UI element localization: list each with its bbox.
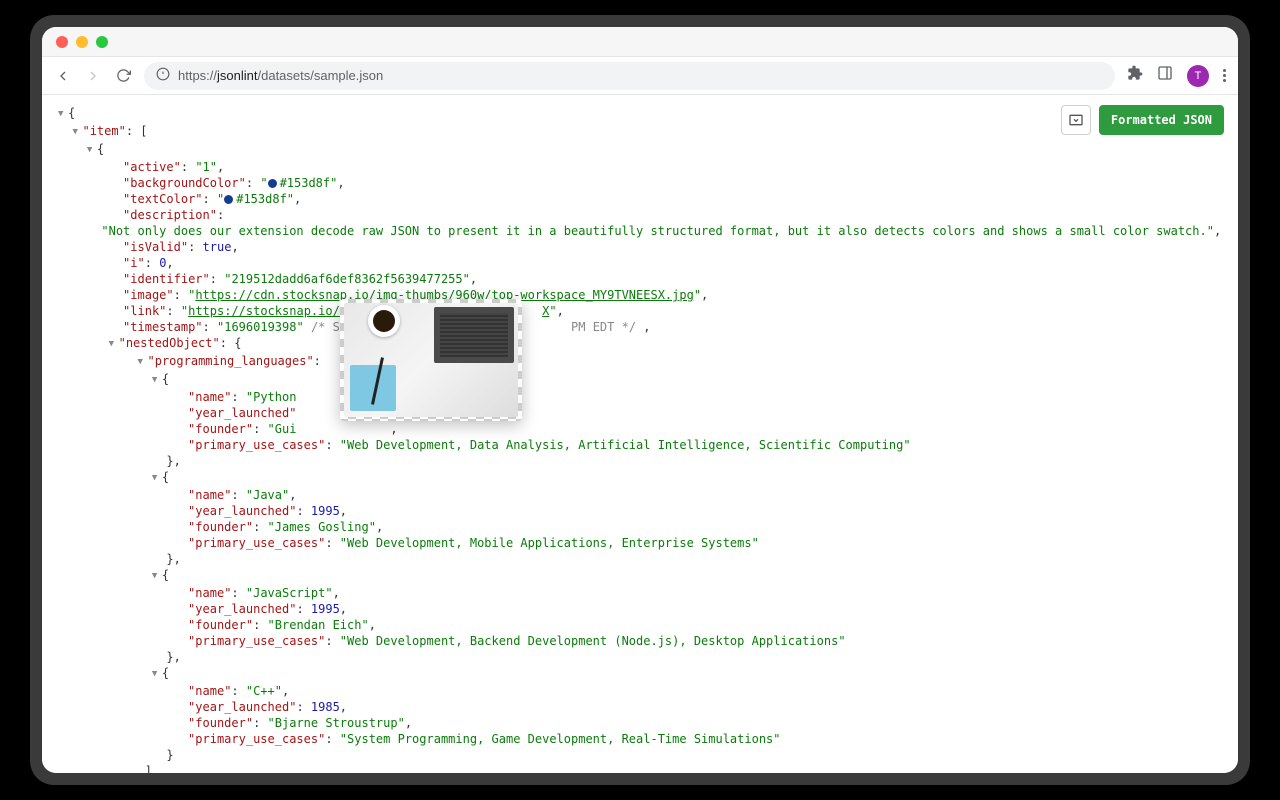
close-window-button[interactable]	[56, 36, 68, 48]
collapse-toggle-icon[interactable]: ▼	[137, 354, 147, 370]
collapse-toggle-icon[interactable]: ▼	[152, 666, 162, 682]
window-titlebar	[42, 27, 1238, 57]
collapse-toggle-icon[interactable]: ▼	[72, 124, 82, 140]
image-hover-preview	[340, 299, 522, 421]
reload-button[interactable]	[114, 67, 132, 85]
collapse-toggle-icon[interactable]: ▼	[87, 142, 97, 158]
color-swatch-icon	[224, 195, 233, 204]
back-button[interactable]	[54, 67, 72, 85]
formatted-json-button[interactable]: Formatted JSON	[1099, 105, 1224, 135]
browser-window: https://jsonlint/datasets/sample.json T …	[42, 27, 1238, 773]
link-url-link[interactable]: https://stocksnap.io/	[188, 304, 340, 318]
profile-avatar[interactable]: T	[1187, 65, 1209, 87]
raw-view-button[interactable]	[1061, 105, 1091, 135]
json-viewer-controls: Formatted JSON	[1061, 105, 1224, 135]
maximize-window-button[interactable]	[96, 36, 108, 48]
browser-menu-icon[interactable]	[1223, 69, 1226, 82]
collapse-toggle-icon[interactable]: ▼	[152, 568, 162, 584]
toolbar-right: T	[1127, 65, 1226, 87]
page-content: Formatted JSON ▼{ ▼"item": [ ▼{ "active"…	[42, 95, 1238, 773]
minimize-window-button[interactable]	[76, 36, 88, 48]
collapse-toggle-icon[interactable]: ▼	[152, 470, 162, 486]
site-info-icon[interactable]	[156, 67, 170, 84]
preview-thumbnail	[344, 303, 518, 417]
forward-button[interactable]	[84, 67, 102, 85]
collapse-toggle-icon[interactable]: ▼	[152, 372, 162, 388]
browser-toolbar: https://jsonlint/datasets/sample.json T	[42, 57, 1238, 95]
device-frame: https://jsonlint/datasets/sample.json T …	[30, 15, 1250, 785]
url-bar[interactable]: https://jsonlint/datasets/sample.json	[144, 62, 1115, 90]
collapse-toggle-icon[interactable]: ▼	[109, 336, 119, 352]
json-tree[interactable]: ▼{ ▼"item": [ ▼{ "active": "1", "backgro…	[42, 95, 1238, 773]
url-text: https://jsonlint/datasets/sample.json	[178, 68, 383, 83]
panel-icon[interactable]	[1157, 65, 1173, 86]
color-swatch-icon	[268, 179, 277, 188]
extensions-icon[interactable]	[1127, 65, 1143, 86]
collapse-toggle-icon[interactable]: ▼	[58, 106, 68, 122]
